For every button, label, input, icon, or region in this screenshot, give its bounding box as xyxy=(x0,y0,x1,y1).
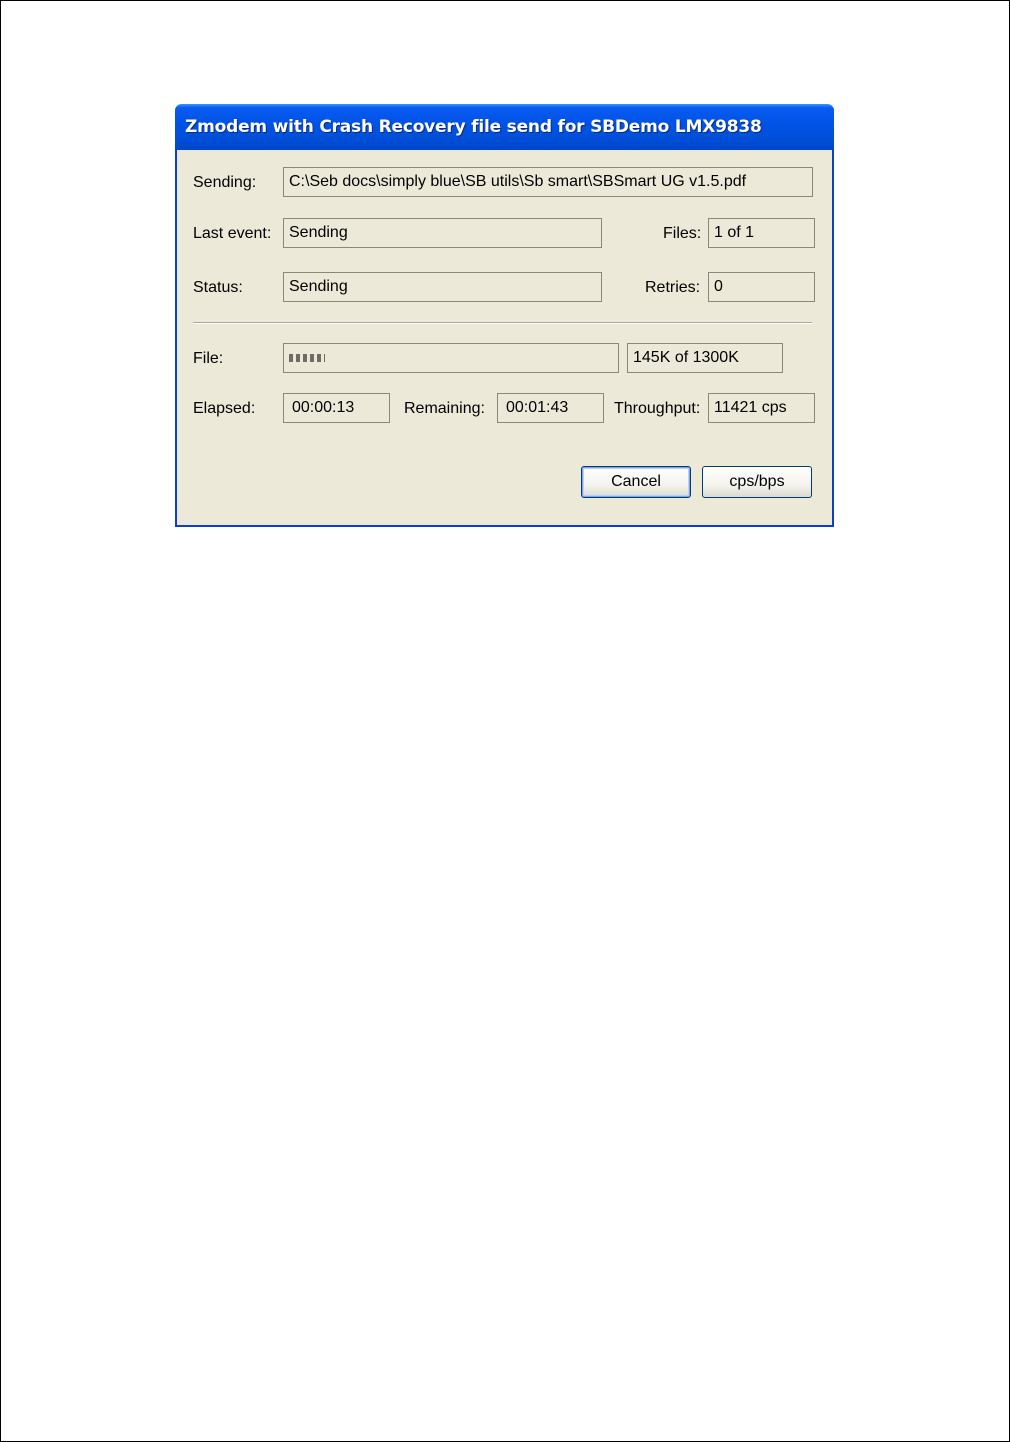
dialog-titlebar[interactable]: Zmodem with Crash Recovery file send for… xyxy=(175,104,834,150)
cps-bps-toggle-button[interactable]: cps/bps xyxy=(702,466,812,498)
cancel-button[interactable]: Cancel xyxy=(581,466,691,498)
separator xyxy=(193,322,812,324)
file-progress-bar xyxy=(283,343,619,373)
last-event-label: Last event: xyxy=(193,225,272,242)
status-label: Status: xyxy=(193,279,243,296)
zmodem-send-dialog: Zmodem with Crash Recovery file send for… xyxy=(175,104,834,527)
dialog-title: Zmodem with Crash Recovery file send for… xyxy=(185,117,762,137)
sending-label: Sending: xyxy=(193,174,257,191)
sending-path-field: C:\Seb docs\simply blue\SB utils\Sb smar… xyxy=(283,167,813,197)
file-progress-fill xyxy=(289,354,325,362)
retries-field: 0 xyxy=(708,272,815,302)
retries-label: Retries: xyxy=(645,279,701,296)
remaining-field: 00:01:43 xyxy=(497,393,604,423)
throughput-label: Throughput: xyxy=(614,400,701,417)
elapsed-field: 00:00:13 xyxy=(283,393,390,423)
file-progress-text: 145K of 1300K xyxy=(627,343,783,373)
status-field: Sending xyxy=(283,272,602,302)
remaining-label: Remaining: xyxy=(404,400,485,417)
files-field: 1 of 1 xyxy=(708,218,815,248)
file-label: File: xyxy=(193,350,224,367)
files-label: Files: xyxy=(663,225,702,242)
throughput-field: 11421 cps xyxy=(708,393,815,423)
last-event-field: Sending xyxy=(283,218,602,248)
elapsed-label: Elapsed: xyxy=(193,400,256,417)
